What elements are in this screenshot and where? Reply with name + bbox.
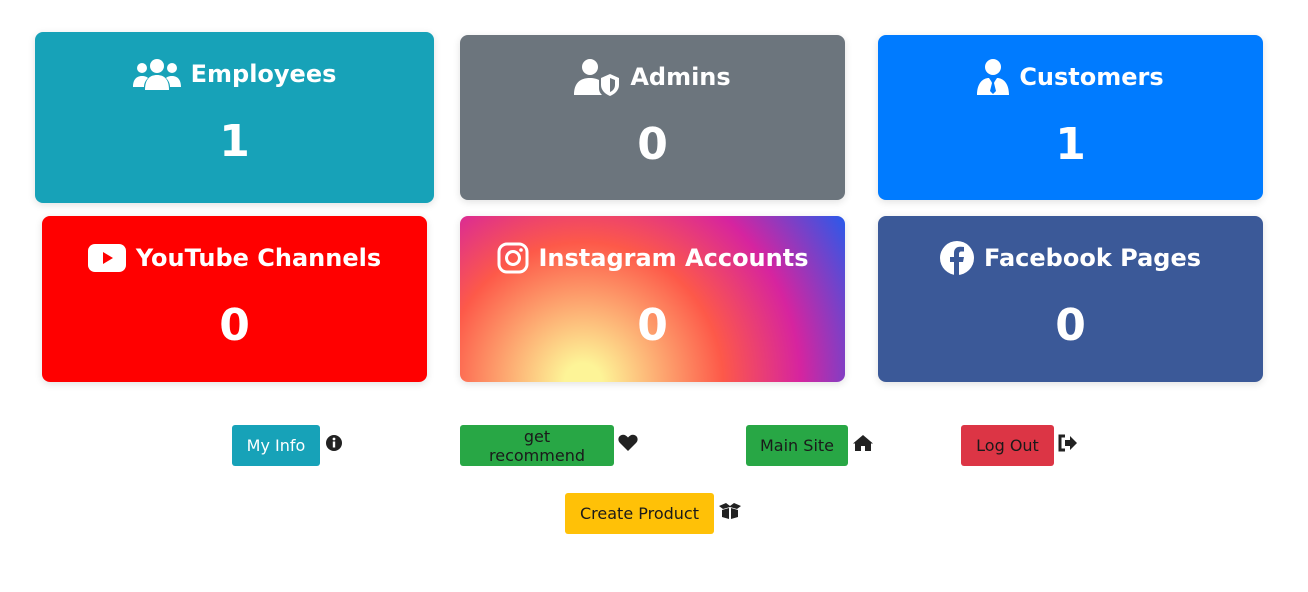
facebook-icon <box>939 241 974 275</box>
admins-title: Admins <box>630 63 731 91</box>
user-tie-icon <box>977 58 1010 96</box>
facebook-count: 0 <box>1055 300 1086 351</box>
youtube-icon <box>87 244 126 272</box>
get-recommend-button[interactable]: get recommend <box>460 425 614 466</box>
user-shield-icon <box>574 58 620 96</box>
youtube-channels-card[interactable]: YouTube Channels 0 <box>42 216 427 382</box>
customers-card[interactable]: Customers 1 <box>878 35 1263 200</box>
employees-count: 1 <box>219 116 250 167</box>
my-info-button[interactable]: My Info <box>232 425 320 466</box>
youtube-title: YouTube Channels <box>135 244 382 272</box>
customers-title: Customers <box>1019 63 1164 91</box>
heart-icon <box>618 434 638 456</box>
main-site-button[interactable]: Main Site <box>746 425 848 466</box>
employees-title: Employees <box>190 60 337 88</box>
create-product-button[interactable]: Create Product <box>565 493 714 534</box>
admins-card[interactable]: Admins 0 <box>460 35 845 200</box>
facebook-pages-card[interactable]: Facebook Pages 0 <box>878 216 1263 382</box>
log-out-button[interactable]: Log Out <box>961 425 1054 466</box>
instagram-title: Instagram Accounts <box>538 244 809 272</box>
sign-out-icon <box>1058 434 1078 456</box>
users-icon <box>132 57 181 91</box>
box-open-icon <box>718 502 742 524</box>
employees-card[interactable]: Employees 1 <box>35 32 434 203</box>
instagram-accounts-card[interactable]: Instagram Accounts 0 <box>460 216 845 382</box>
customers-count: 1 <box>1055 119 1086 170</box>
admins-count: 0 <box>637 119 668 170</box>
info-circle-icon <box>325 434 343 456</box>
instagram-count: 0 <box>637 300 668 351</box>
home-icon <box>852 434 874 456</box>
youtube-count: 0 <box>219 300 250 351</box>
instagram-icon <box>497 242 529 274</box>
facebook-title: Facebook Pages <box>983 244 1202 272</box>
